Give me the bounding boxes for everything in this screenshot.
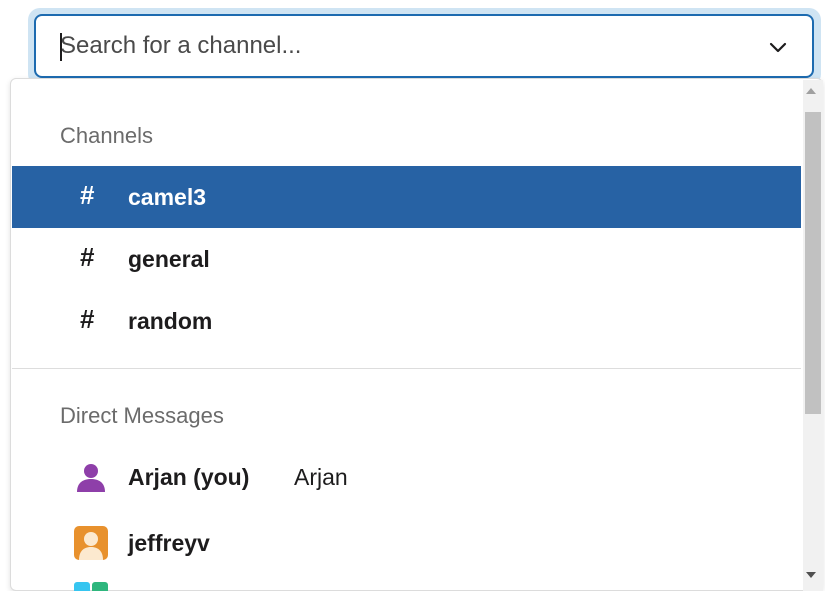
dm-option-label: Arjan (you) [128,464,250,490]
channels-section-header: Channels [60,123,153,148]
hash-icon: # [80,304,95,334]
channel-option-label: camel3 [128,184,207,210]
channel-option-label: general [128,246,210,272]
hash-icon: # [80,180,95,210]
dm-option-label: jeffreyv [128,530,210,556]
scrollbar-thumb[interactable] [805,112,821,414]
partial-avatar-icon [74,582,108,591]
dm-option-jeffreyv[interactable]: jeffreyv [12,512,801,574]
channel-option-random[interactable]: # random [12,290,801,352]
user-avatar-icon [74,526,108,560]
direct-messages-section-header: Direct Messages [60,403,224,428]
person-icon [77,464,105,492]
chevron-down-icon[interactable] [764,34,792,62]
scroll-down-arrow-icon[interactable] [806,572,816,578]
section-divider [12,368,801,369]
channel-option-camel3[interactable]: # camel3 [12,166,801,228]
hash-icon: # [80,242,95,272]
channel-search-input[interactable] [60,16,740,76]
channel-option-general[interactable]: # general [12,228,801,290]
dm-option-secondary-label: Arjan [294,464,348,490]
channel-search-box[interactable] [34,14,814,78]
dm-option-arjan[interactable]: Arjan (you) Arjan [12,446,801,508]
scroll-up-arrow-icon[interactable] [806,88,816,94]
text-cursor [60,33,62,61]
channel-option-label: random [128,308,213,334]
